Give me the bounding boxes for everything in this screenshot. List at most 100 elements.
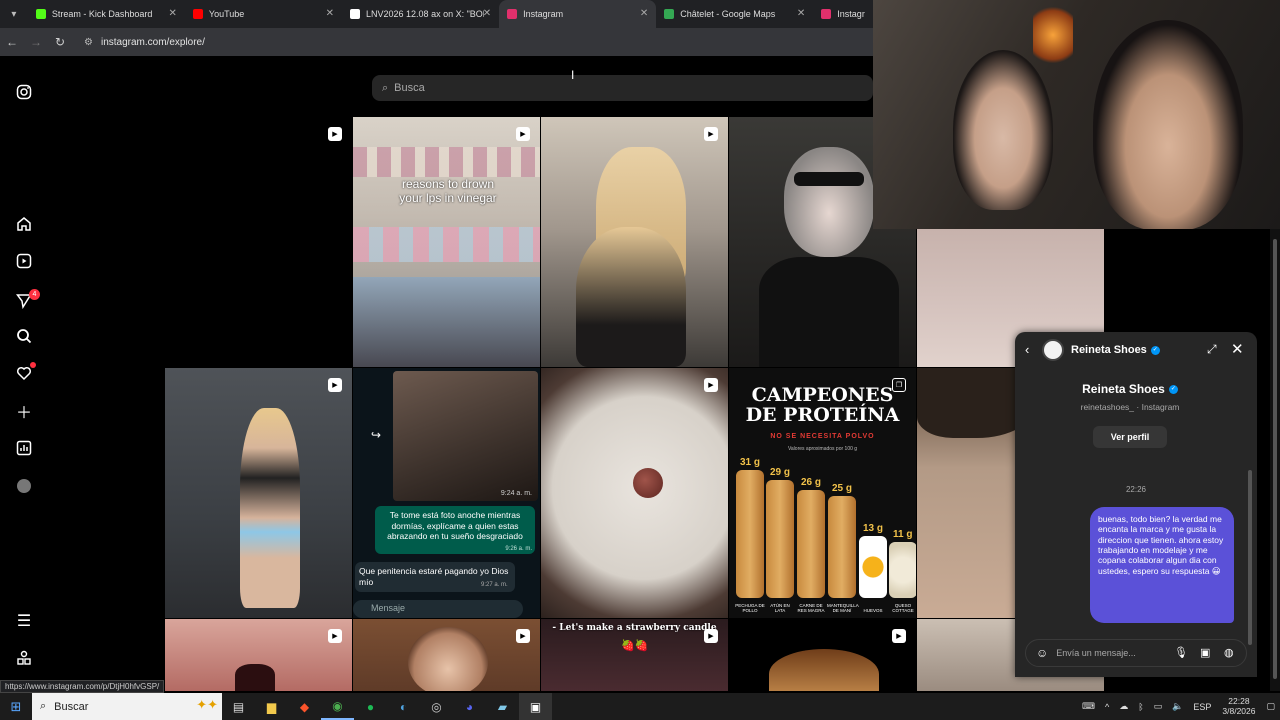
- cloud-icon[interactable]: ☁: [1119, 701, 1128, 712]
- explore-post[interactable]: - Let's make a strawberry candle 🍓🍓 ▶: [541, 619, 728, 691]
- sunglasses: [794, 172, 864, 186]
- back-icon[interactable]: ←: [0, 35, 24, 49]
- tab-google-maps[interactable]: Châtelet - Google Maps ✕: [656, 0, 813, 28]
- webcam-overlay: [873, 0, 1280, 229]
- verified-badge-icon: ✓: [1150, 345, 1160, 355]
- site-info-icon[interactable]: ⚙: [84, 37, 93, 48]
- chat-photo: 9:24 a. m.: [393, 371, 538, 501]
- microphone-icon[interactable]: 🎙: [1174, 646, 1188, 659]
- bluetooth-icon[interactable]: ᛒ: [1138, 702, 1143, 712]
- explore-post[interactable]: ▶: [165, 368, 352, 618]
- home-icon[interactable]: [14, 214, 34, 234]
- strawberry-icon: 🍓🍓: [621, 640, 649, 652]
- face: [408, 627, 488, 691]
- forward-icon[interactable]: →: [24, 35, 48, 49]
- taskbar-clock[interactable]: 22:28 3/8/2026: [1222, 696, 1255, 717]
- taskbar-search[interactable]: ⌕ Buscar ✦✦: [32, 693, 222, 720]
- streamer-girl: [953, 50, 1053, 210]
- protein-food-stack: [797, 490, 825, 598]
- toy-shelf: [353, 227, 540, 262]
- explore-post[interactable]: ▶: [541, 117, 728, 367]
- dashboard-icon[interactable]: [14, 438, 34, 458]
- search-nav-icon[interactable]: [14, 326, 34, 346]
- messages-icon[interactable]: 4: [14, 289, 40, 311]
- explore-post[interactable]: ▶: [541, 368, 728, 618]
- emoji-icon[interactable]: ☺: [1036, 646, 1048, 660]
- dm-scrollbar[interactable]: [1248, 410, 1252, 660]
- instagram-logo-icon[interactable]: [14, 82, 34, 102]
- lips: [235, 664, 275, 691]
- scrollbar-thumb[interactable]: [1273, 239, 1277, 679]
- tab-x[interactable]: LNV2026 12.08 ax on X: "BOHE ✕: [342, 0, 499, 28]
- tab-youtube[interactable]: YouTube ✕: [185, 0, 342, 28]
- copilot-spark-icon[interactable]: ✦✦: [196, 697, 218, 713]
- chocolate: [633, 468, 663, 498]
- show-hidden-icons-icon[interactable]: ^: [1105, 702, 1109, 712]
- discord-icon[interactable]: ◕: [453, 693, 486, 720]
- status-bar-url: https://www.instagram.com/p/DtjH0hfvGSP/: [0, 680, 165, 693]
- system-tray: ⌨ ^ ☁ ᛒ ▭ 🔈 ESP 22:28 3/8/2026 ▢: [1077, 693, 1280, 720]
- explore-post[interactable]: ▶: [165, 117, 352, 367]
- steam-icon[interactable]: ◐: [387, 693, 420, 720]
- protein-food-stack: [859, 536, 887, 598]
- apps-icon[interactable]: [14, 648, 34, 668]
- maps-favicon-icon: [664, 9, 675, 19]
- notifications-heart-icon[interactable]: [14, 362, 36, 383]
- explore-post[interactable]: ▶: [353, 619, 540, 691]
- menu-icon[interactable]: ☰: [14, 611, 34, 631]
- reels-icon[interactable]: [14, 251, 34, 271]
- create-plus-icon[interactable]: ＋: [14, 401, 34, 422]
- x-favicon-icon: [350, 9, 361, 19]
- brave-browser-icon[interactable]: ◆: [288, 693, 321, 720]
- tab-close-icon[interactable]: ✕: [797, 8, 805, 19]
- chrome-icon[interactable]: ◉: [321, 693, 354, 720]
- forward-icon: ↪: [371, 428, 382, 442]
- tab-search-icon[interactable]: ▾: [0, 0, 28, 28]
- obs-icon[interactable]: ◎: [420, 693, 453, 720]
- network-icon[interactable]: ▭: [1154, 701, 1163, 712]
- explore-post[interactable]: reasons to drown your lps in vinegar ▶: [353, 117, 540, 367]
- search-input[interactable]: ⌕ Busca: [372, 75, 873, 101]
- tab-close-icon[interactable]: ✕: [169, 8, 177, 19]
- spotify-icon[interactable]: ●: [354, 693, 387, 720]
- notes-app-icon[interactable]: ▰: [486, 693, 519, 720]
- file-explorer-icon[interactable]: ▆: [255, 693, 288, 720]
- reload-icon[interactable]: ↻: [48, 35, 72, 49]
- profile-name: Reineta Shoes ✓: [1082, 382, 1178, 396]
- tab-instagram-2[interactable]: Instagram: [813, 0, 873, 28]
- dm-message-input[interactable]: ☺ Envía un mensaje... 🎙 ▣ ◍: [1025, 639, 1247, 667]
- url-field[interactable]: ⚙ instagram.com/explore/: [84, 37, 205, 48]
- explore-post[interactable]: ▶: [729, 619, 916, 691]
- protein-label: CARNE DE RES MAGRA: [797, 603, 825, 614]
- explore-post[interactable]: ↪ 9:24 a. m. Te tome está foto anoche mi…: [353, 368, 540, 618]
- dm-avatar[interactable]: [1042, 339, 1064, 361]
- windows-taskbar: ⊞ ⌕ Buscar ✦✦ ▤ ▆ ◆ ◉ ● ◐ ◎ ◕ ▰ ▣ ⌨ ^ ☁ …: [0, 693, 1280, 720]
- tab-kick[interactable]: Stream - Kick Dashboard ✕: [28, 0, 185, 28]
- view-profile-button[interactable]: Ver perfil: [1093, 426, 1167, 448]
- expand-icon[interactable]: ⤢: [1207, 342, 1217, 357]
- keyboard-icon[interactable]: ⌨: [1082, 701, 1095, 712]
- protein-label: MANTEQUILLA DE MANÍ: [827, 603, 859, 614]
- dm-scrollbar-thumb[interactable]: [1248, 470, 1252, 645]
- sticker-icon[interactable]: ◍: [1224, 646, 1234, 659]
- epic-games-icon[interactable]: ▣: [519, 693, 552, 720]
- dm-contact-name[interactable]: Reineta Shoes ✓: [1071, 344, 1160, 356]
- profile-avatar-icon[interactable]: [14, 476, 34, 496]
- volume-icon[interactable]: 🔈: [1172, 701, 1183, 712]
- back-chevron-icon[interactable]: ‹: [1025, 342, 1029, 357]
- tab-close-icon[interactable]: ✕: [640, 8, 648, 19]
- close-icon[interactable]: ✕: [1231, 340, 1244, 358]
- image-icon[interactable]: ▣: [1200, 646, 1210, 659]
- tab-close-icon[interactable]: ✕: [483, 8, 491, 19]
- tab-close-icon[interactable]: ✕: [326, 8, 334, 19]
- explore-post[interactable]: CAMPEONES DE PROTEÍNA NO SE NECESITA POL…: [729, 368, 916, 618]
- explore-post[interactable]: ▶: [165, 619, 352, 691]
- windows-start-icon[interactable]: ⊞: [0, 693, 32, 720]
- profile-handle: reinetashoes_ · Instagram: [1080, 402, 1180, 412]
- tab-instagram-active[interactable]: Instagram ✕: [499, 0, 657, 28]
- page-scrollbar[interactable]: [1270, 229, 1280, 691]
- task-view-icon[interactable]: ▤: [222, 693, 255, 720]
- language-indicator[interactable]: ESP: [1193, 702, 1211, 712]
- notifications-icon[interactable]: ▢: [1266, 701, 1275, 712]
- dm-thread[interactable]: Reineta Shoes ✓ reinetashoes_ · Instagram…: [1015, 370, 1257, 645]
